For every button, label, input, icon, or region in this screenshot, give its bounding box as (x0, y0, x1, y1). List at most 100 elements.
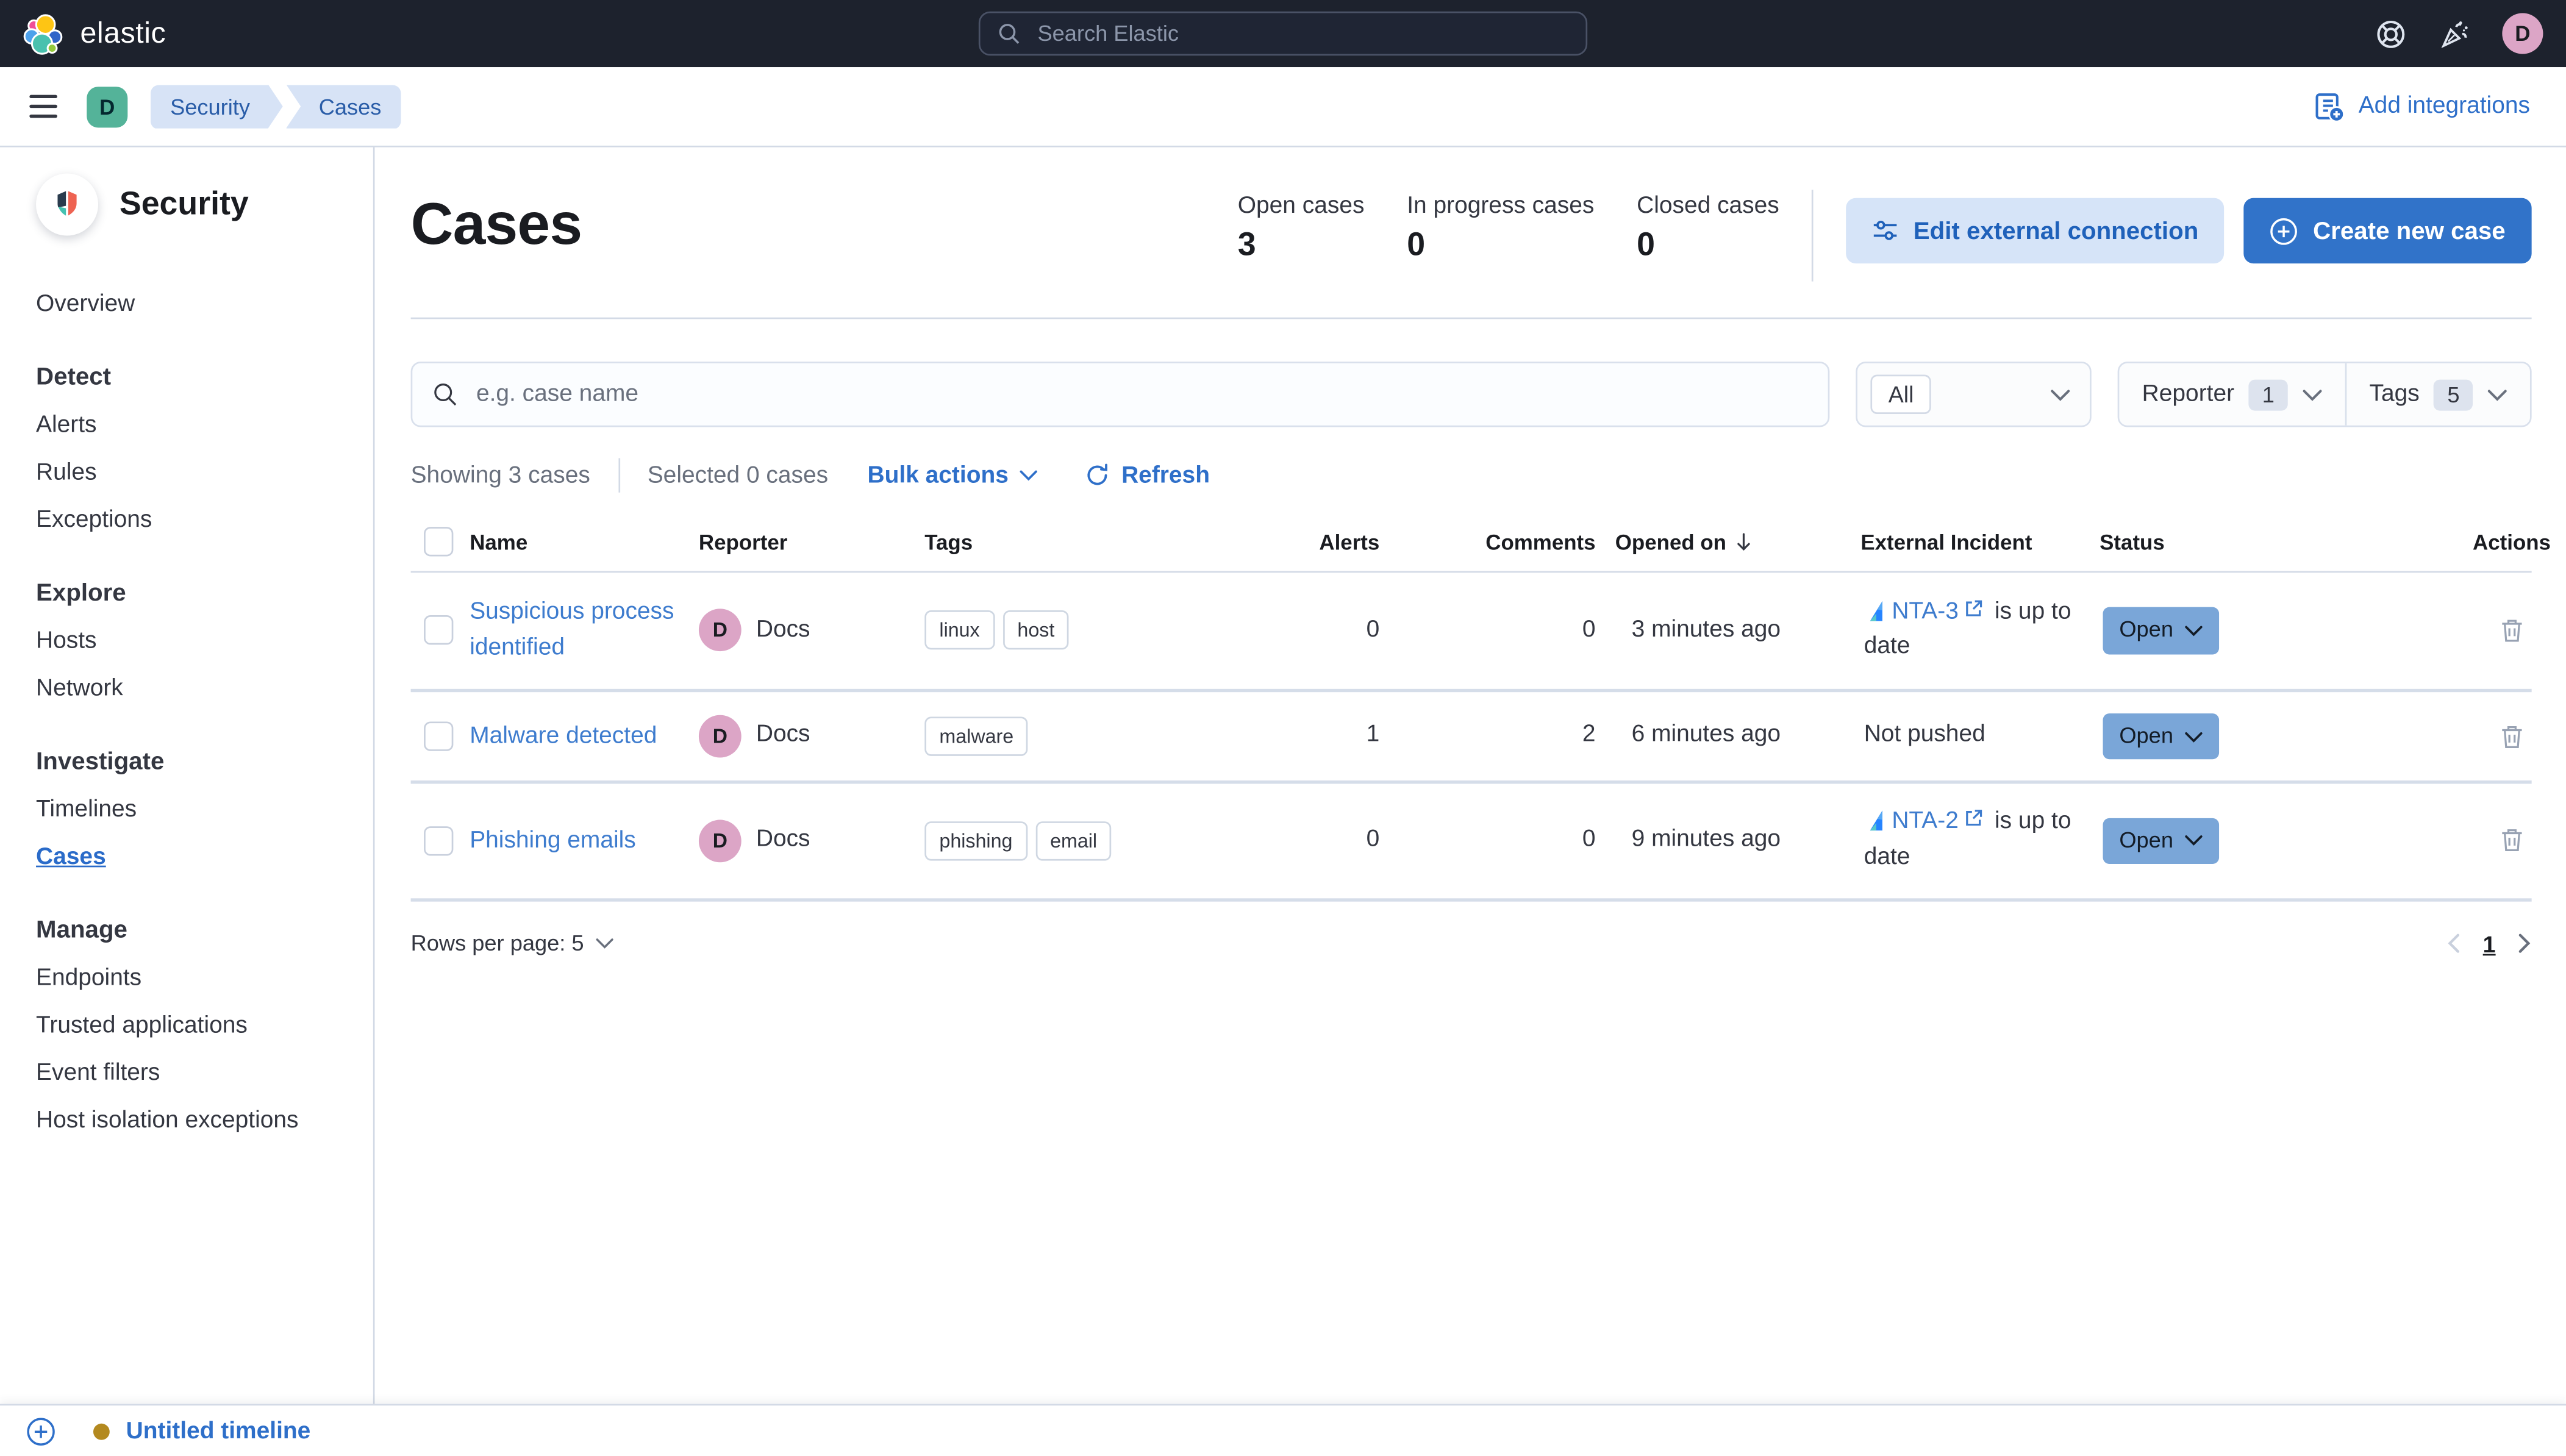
sidebar-header: Security (36, 173, 347, 236)
column-header-opened-on[interactable]: Opened on (1615, 529, 1861, 554)
sidebar-item-rules[interactable]: Rules (36, 460, 347, 486)
refresh-label: Refresh (1121, 462, 1210, 489)
showing-count: Showing 3 cases (410, 462, 590, 489)
actions-cell (2473, 827, 2532, 855)
sliders-icon (1873, 218, 1899, 244)
status-cell: Open (2100, 713, 2473, 760)
row-checkbox[interactable] (424, 616, 454, 646)
timeline-label[interactable]: Untitled timeline (126, 1418, 311, 1444)
delete-case-button[interactable] (2499, 617, 2525, 645)
reporter-filter-button[interactable]: Reporter 1 (2119, 363, 2345, 426)
header-divider (410, 317, 2532, 319)
timeline-bar: Untitled timeline (0, 1404, 2566, 1456)
reporter-avatar: D (698, 609, 742, 652)
global-search-input[interactable] (1034, 20, 1570, 48)
column-header-reporter[interactable]: Reporter (699, 529, 924, 554)
sidebar-item-network[interactable]: Network (36, 676, 347, 702)
external-incident-link[interactable]: NTA-3 (1892, 598, 1959, 624)
case-search-input[interactable] (473, 379, 1809, 409)
jira-icon (1864, 597, 1889, 623)
security-app-icon (36, 173, 99, 236)
sidebar-item-timelines[interactable]: Timelines (36, 797, 347, 823)
sidebar-item-endpoints[interactable]: Endpoints (36, 965, 347, 991)
plus-circle-icon (2270, 217, 2298, 245)
sidebar-item-trusted-applications[interactable]: Trusted applications (36, 1013, 347, 1039)
table-row: Phishing emails D Docs phishing email 0 0 9 min… (410, 784, 2532, 901)
status-filter-select[interactable]: All (1856, 362, 2092, 427)
case-search[interactable] (410, 362, 1830, 427)
column-header-external-incident[interactable]: External Incident (1860, 529, 2100, 554)
reporter-name: Docs (756, 826, 810, 853)
sidebar-section-heading: Detect (36, 363, 112, 391)
previous-page-icon[interactable] (2447, 933, 2462, 954)
sidebar-section-heading: Explore (36, 579, 126, 607)
column-header-tags[interactable]: Tags (924, 529, 1317, 554)
sidebar: Security Overview Detect Alerts Rules Except… (0, 147, 375, 1404)
create-new-case-button[interactable]: Create new case (2244, 198, 2532, 264)
user-avatar[interactable]: D (2502, 13, 2543, 54)
rows-per-page-button[interactable]: Rows per page: 5 (411, 932, 613, 956)
column-header-name[interactable]: Name (470, 529, 699, 554)
column-header-alerts[interactable]: Alerts (1317, 529, 1399, 554)
tags-filter-button[interactable]: Tags 5 (2346, 363, 2530, 426)
add-timeline-icon[interactable] (26, 1416, 55, 1446)
main-content: Cases Open cases 3 In progress cases 0 Close… (374, 147, 2566, 1404)
select-all-checkbox[interactable] (424, 527, 454, 557)
sidebar-item-cases[interactable]: Cases (36, 844, 347, 871)
sidebar-item-event-filters[interactable]: Event filters (36, 1060, 347, 1087)
header-actions: D (2375, 13, 2543, 54)
header-right: Open cases 3 In progress cases 0 Closed case… (1237, 190, 2532, 282)
delete-case-button[interactable] (2499, 827, 2525, 855)
cases-table: Name Reporter Tags Alerts Comments Opened on E… (410, 512, 2551, 901)
chevron-down-icon (2050, 388, 2070, 401)
status-badge[interactable]: Open (2103, 713, 2220, 760)
row-checkbox[interactable] (424, 826, 454, 856)
column-header-comments[interactable]: Comments (1399, 529, 1615, 554)
sidebar-item-hosts[interactable]: Hosts (36, 629, 347, 655)
elastic-logo-icon (23, 12, 66, 55)
chevron-down-icon (2185, 835, 2203, 847)
sidebar-item-host-isolation-exceptions[interactable]: Host isolation exceptions (36, 1108, 347, 1134)
external-incident-link[interactable]: NTA-2 (1892, 808, 1959, 835)
column-header-status[interactable]: Status (2100, 529, 2473, 554)
help-icon[interactable] (2375, 17, 2407, 50)
chevron-down-icon (1020, 469, 1038, 481)
page-number[interactable]: 1 (2483, 930, 2496, 957)
breadcrumb-item-cases[interactable]: Cases (286, 84, 401, 129)
app: elastic Search Elastic D D Security Case… (0, 0, 2566, 1456)
space-badge[interactable]: D (87, 85, 128, 127)
table-row: Malware detected D Docs malware 1 2 6 minutes … (410, 692, 2532, 784)
stats-divider (1812, 190, 1814, 282)
sidebar-item-overview[interactable]: Overview (36, 291, 347, 318)
chevron-down-icon (595, 938, 613, 949)
reporter-avatar: D (698, 819, 742, 863)
status-badge[interactable]: Open (2103, 818, 2220, 865)
external-incident-cell: NTA-3 is up to date (1860, 595, 2100, 666)
menu-icon[interactable] (23, 88, 64, 125)
add-integrations-button[interactable]: Add integrations (2314, 91, 2530, 122)
status-cell: Open (2100, 818, 2473, 865)
tag-badge: malware (924, 716, 1029, 757)
case-name-link[interactable]: Suspicious process identified (470, 594, 699, 668)
actions-cell (2473, 723, 2532, 751)
stat-value: 0 (1407, 227, 1426, 264)
global-search[interactable] (978, 11, 1588, 56)
bulk-actions-button[interactable]: Bulk actions (868, 462, 1038, 488)
refresh-button[interactable]: Refresh (1085, 462, 1210, 488)
breadcrumb-item-security[interactable]: Security (151, 84, 283, 128)
table-meta-row: Showing 3 cases Selected 0 cases Bulk ac… (410, 458, 2532, 493)
status-badge[interactable]: Open (2103, 607, 2220, 654)
row-checkbox[interactable] (424, 721, 454, 751)
elastic-logo[interactable]: elastic (23, 12, 166, 55)
delete-case-button[interactable] (2499, 723, 2525, 751)
case-name-link[interactable]: Malware detected (470, 718, 657, 755)
next-page-icon[interactable] (2517, 933, 2531, 954)
stat-value: 3 (1237, 227, 1256, 264)
status-filter-value: All (1870, 374, 1932, 414)
sidebar-item-alerts[interactable]: Alerts (36, 412, 347, 438)
edit-external-connection-button[interactable]: Edit external connection (1846, 198, 2225, 264)
case-name-link[interactable]: Phishing emails (470, 823, 636, 859)
reporter-count-badge: 1 (2249, 379, 2288, 410)
sidebar-item-exceptions[interactable]: Exceptions (36, 507, 347, 534)
whats-new-icon[interactable] (2439, 17, 2471, 50)
